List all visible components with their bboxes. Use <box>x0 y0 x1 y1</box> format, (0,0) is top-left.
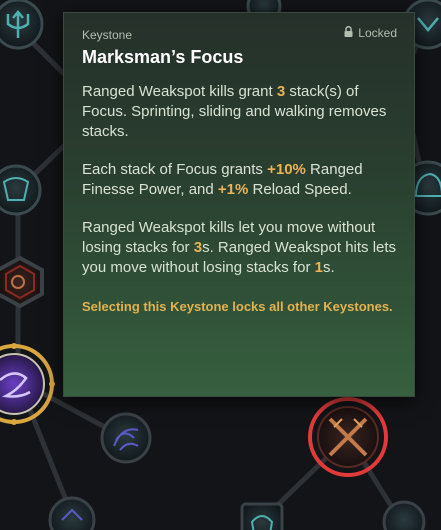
locked-label: Locked <box>358 26 397 40</box>
kill-duration-value: 3 <box>193 239 203 256</box>
warp-node-icon[interactable] <box>0 343 55 425</box>
locked-status: Locked <box>344 25 397 40</box>
description-paragraph-3: Ranged Weakspot kills let you move witho… <box>82 218 397 278</box>
claw-node-icon[interactable] <box>100 412 152 464</box>
trident-node-icon[interactable] <box>0 0 44 50</box>
chest-node-icon[interactable] <box>0 164 42 216</box>
finesse-power-value: +10% <box>267 161 306 178</box>
keystone-lock-warning: Selecting this Keystone locks all other … <box>82 299 393 314</box>
text: s. <box>322 259 335 276</box>
skull-node-icon[interactable] <box>0 255 44 309</box>
stack-count-value: 3 <box>276 83 286 100</box>
description-paragraph-2: Each stack of Focus grants +10% Ranged F… <box>82 160 397 200</box>
soldier-node-icon[interactable] <box>240 502 284 530</box>
description-paragraph-1: Ranged Weakspot kills grant 3 stack(s) o… <box>82 82 397 142</box>
bottom-node-icon[interactable] <box>48 496 96 530</box>
text: Ranged Weakspot kills grant <box>82 83 277 100</box>
lock-icon <box>344 25 353 40</box>
text: Reload Speed. <box>248 181 352 198</box>
tooltip-category: Keystone <box>82 28 133 42</box>
hit-duration-value: 1 <box>314 259 323 276</box>
keystone-tooltip: Keystone Locked Marksman’s Focus Ranged … <box>63 12 415 397</box>
text: Each stack of Focus grants <box>82 161 268 178</box>
tooltip-title: Marksman’s Focus <box>82 47 244 67</box>
bottom-right-node-icon[interactable] <box>382 500 426 530</box>
crossed-blades-node-icon[interactable] <box>308 397 388 477</box>
tooltip-header: Keystone Locked <box>82 25 397 42</box>
reload-speed-value: +1% <box>217 181 249 198</box>
